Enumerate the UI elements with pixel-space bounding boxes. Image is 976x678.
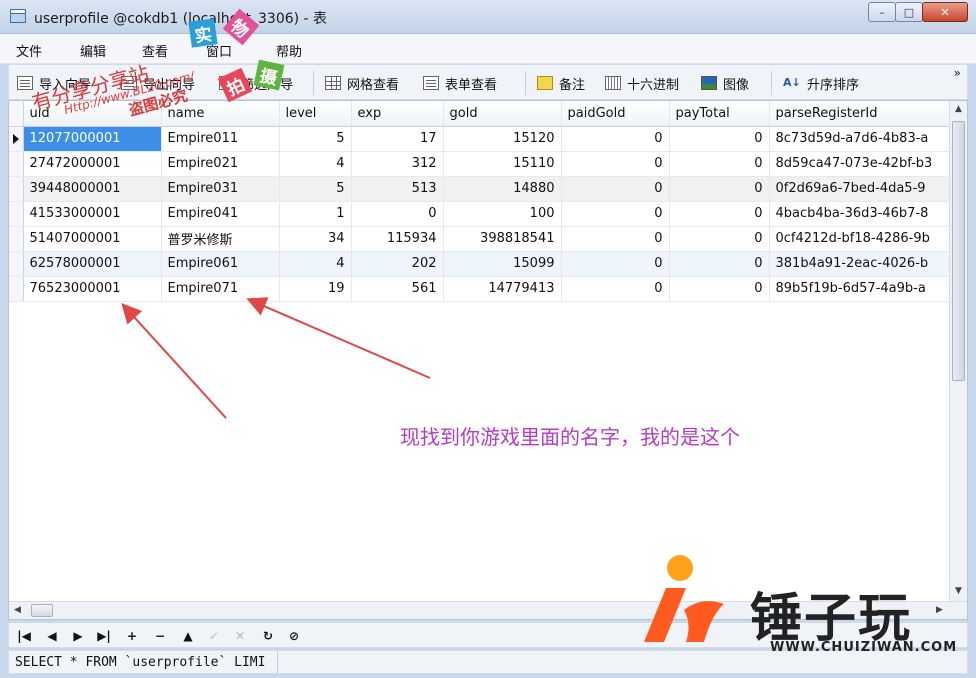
site-logo: 锤子玩 WWW.CHUIZIWAN.COM [632, 552, 962, 662]
arrow-to-name [246, 297, 431, 379]
arrow-to-uid [121, 303, 227, 419]
annotation-text: 现找到你游戏里面的名字，我的是这个 [400, 425, 740, 449]
logo-mark-icon [644, 555, 724, 642]
logo-site: WWW.CHUIZIWAN.COM [770, 640, 958, 655]
